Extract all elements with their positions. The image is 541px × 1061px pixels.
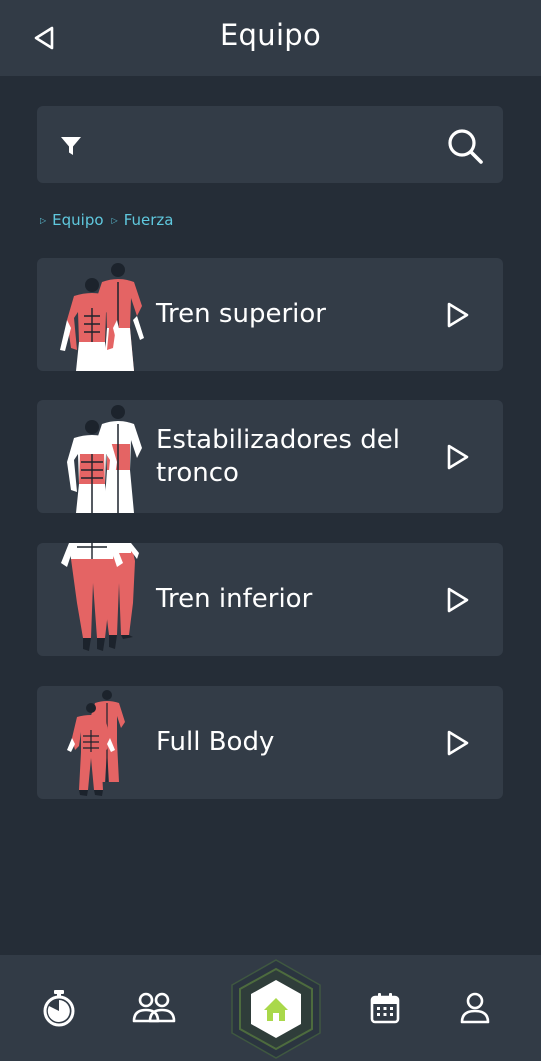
search-button[interactable] xyxy=(442,124,488,168)
page-title: Equipo xyxy=(219,18,322,52)
breadcrumb-arrow-icon: ▷ xyxy=(111,215,118,225)
play-arrow-icon xyxy=(447,587,469,613)
play-arrow-icon xyxy=(447,444,469,470)
category-card-estabilizadores-del-tronco[interactable]: Estabilizadores del tronco xyxy=(37,400,503,513)
lower-body-muscles-icon xyxy=(47,543,157,656)
category-label: Full Body xyxy=(156,727,275,757)
home-icon xyxy=(231,959,321,1059)
upper-body-muscles-icon xyxy=(47,258,157,371)
nav-home-button[interactable] xyxy=(228,958,324,1060)
search-bar[interactable] xyxy=(37,106,503,183)
breadcrumb-arrow-icon: ▷ xyxy=(40,215,47,225)
search-icon xyxy=(448,129,483,164)
nav-calendar-button[interactable] xyxy=(362,983,408,1033)
nav-profile-button[interactable] xyxy=(452,983,498,1033)
play-arrow-icon xyxy=(447,302,469,328)
breadcrumb: ▷ Equipo ▷ Fuerza xyxy=(40,211,181,229)
category-label: Tren inferior xyxy=(156,584,313,614)
stopwatch-icon xyxy=(43,990,75,1027)
core-muscles-icon xyxy=(47,400,157,513)
breadcrumb-item-fuerza[interactable]: ▷ Fuerza xyxy=(112,211,174,229)
users-icon xyxy=(132,992,176,1023)
breadcrumb-label: Fuerza xyxy=(123,211,174,229)
play-arrow-icon xyxy=(447,730,469,756)
category-label: Tren superior xyxy=(156,299,326,329)
filter-button[interactable] xyxy=(56,132,86,160)
full-body-muscles-icon xyxy=(47,686,157,799)
category-card-tren-inferior[interactable]: Tren inferior xyxy=(37,543,503,656)
category-label: Estabilizadores del tronco xyxy=(156,424,400,488)
nav-stopwatch-button[interactable] xyxy=(36,983,82,1033)
filter-icon xyxy=(61,137,81,155)
profile-icon xyxy=(460,992,490,1024)
breadcrumb-label: Equipo xyxy=(52,211,104,229)
nav-users-button[interactable] xyxy=(131,983,177,1033)
calendar-icon xyxy=(370,993,400,1024)
category-card-tren-superior[interactable]: Tren superior xyxy=(37,258,503,371)
category-card-full-body[interactable]: Full Body xyxy=(37,686,503,799)
breadcrumb-item-equipo[interactable]: ▷ Equipo xyxy=(40,211,104,229)
